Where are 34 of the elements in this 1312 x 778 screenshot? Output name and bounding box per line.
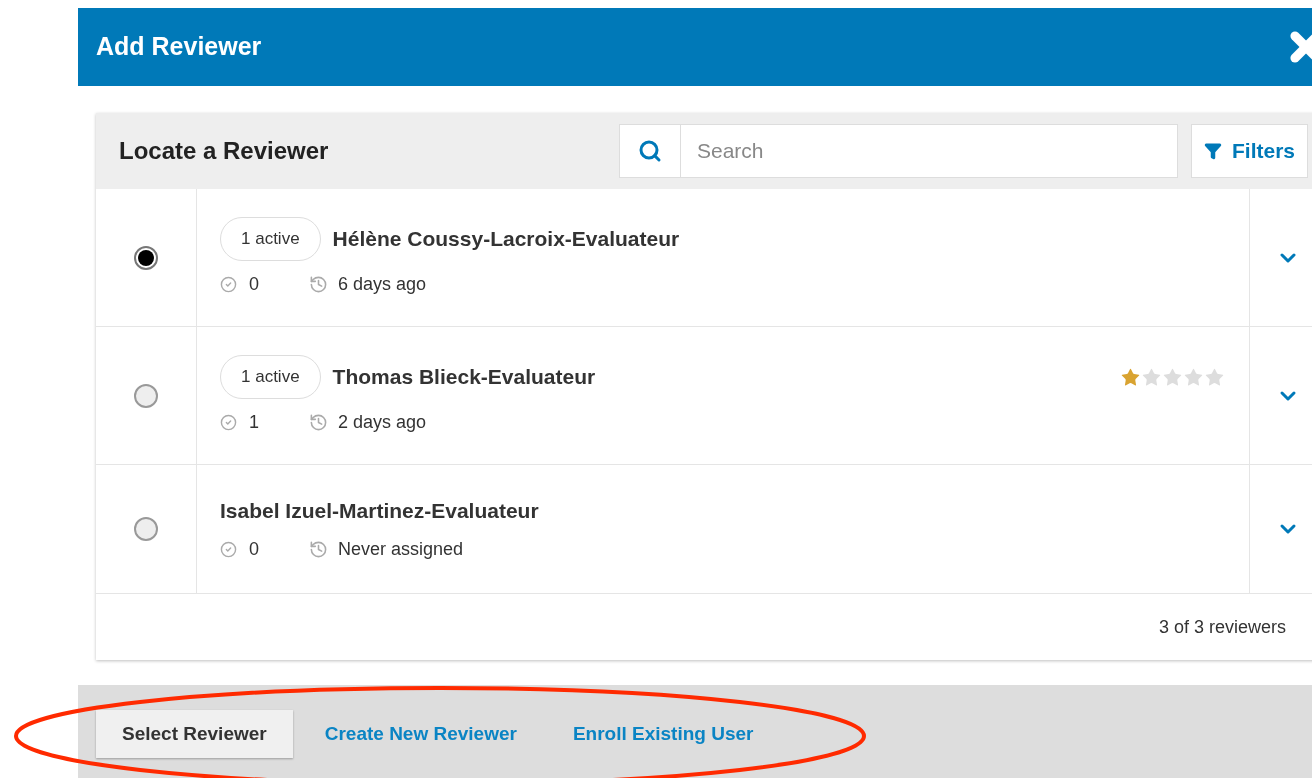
history-icon — [309, 274, 328, 294]
reviewer-name: Hélène Coussy-Lacroix-Evaluateur — [332, 226, 680, 253]
action-link[interactable]: Enroll Existing User — [572, 710, 754, 758]
star-icon — [1204, 366, 1225, 388]
dialog-title: Add Reviewer — [96, 31, 262, 63]
radio-button[interactable] — [134, 517, 158, 541]
star-icon — [1141, 366, 1162, 388]
completed-count: 0 — [249, 272, 260, 296]
history-icon — [309, 540, 328, 560]
panel-title: Locate a Reviewer — [119, 136, 330, 166]
check-circle-icon — [220, 275, 237, 293]
star-icon — [1162, 366, 1183, 388]
completed-count: 0 — [249, 538, 260, 562]
reviewer-count: 3 of 3 reviewers — [1158, 615, 1286, 639]
star-icon — [1120, 366, 1141, 388]
radio-button[interactable] — [134, 245, 158, 270]
last-assigned: Never assigned — [338, 538, 464, 562]
search-button[interactable] — [619, 124, 681, 178]
completed-count: 1 — [249, 410, 260, 434]
check-circle-icon — [220, 541, 237, 559]
filters-button[interactable]: Filters — [1191, 124, 1309, 178]
star-icon — [1183, 366, 1204, 388]
last-assigned: 6 days ago — [338, 272, 427, 296]
action-link[interactable]: Create New Reviewer — [324, 710, 517, 758]
radio-button[interactable] — [134, 383, 158, 408]
reviewer-name: Isabel Izuel-Martinez-Evaluateur — [220, 497, 539, 524]
search-icon — [638, 139, 662, 163]
search-field[interactable]: Search — [681, 124, 1178, 178]
history-icon — [309, 412, 328, 432]
select-reviewer-button[interactable]: Select Reviewer — [96, 710, 293, 758]
last-assigned: 2 days ago — [338, 410, 427, 434]
filter-icon — [1204, 142, 1222, 160]
check-circle-icon — [220, 413, 237, 431]
reviewer-name: Thomas Blieck-Evaluateur — [332, 364, 596, 391]
